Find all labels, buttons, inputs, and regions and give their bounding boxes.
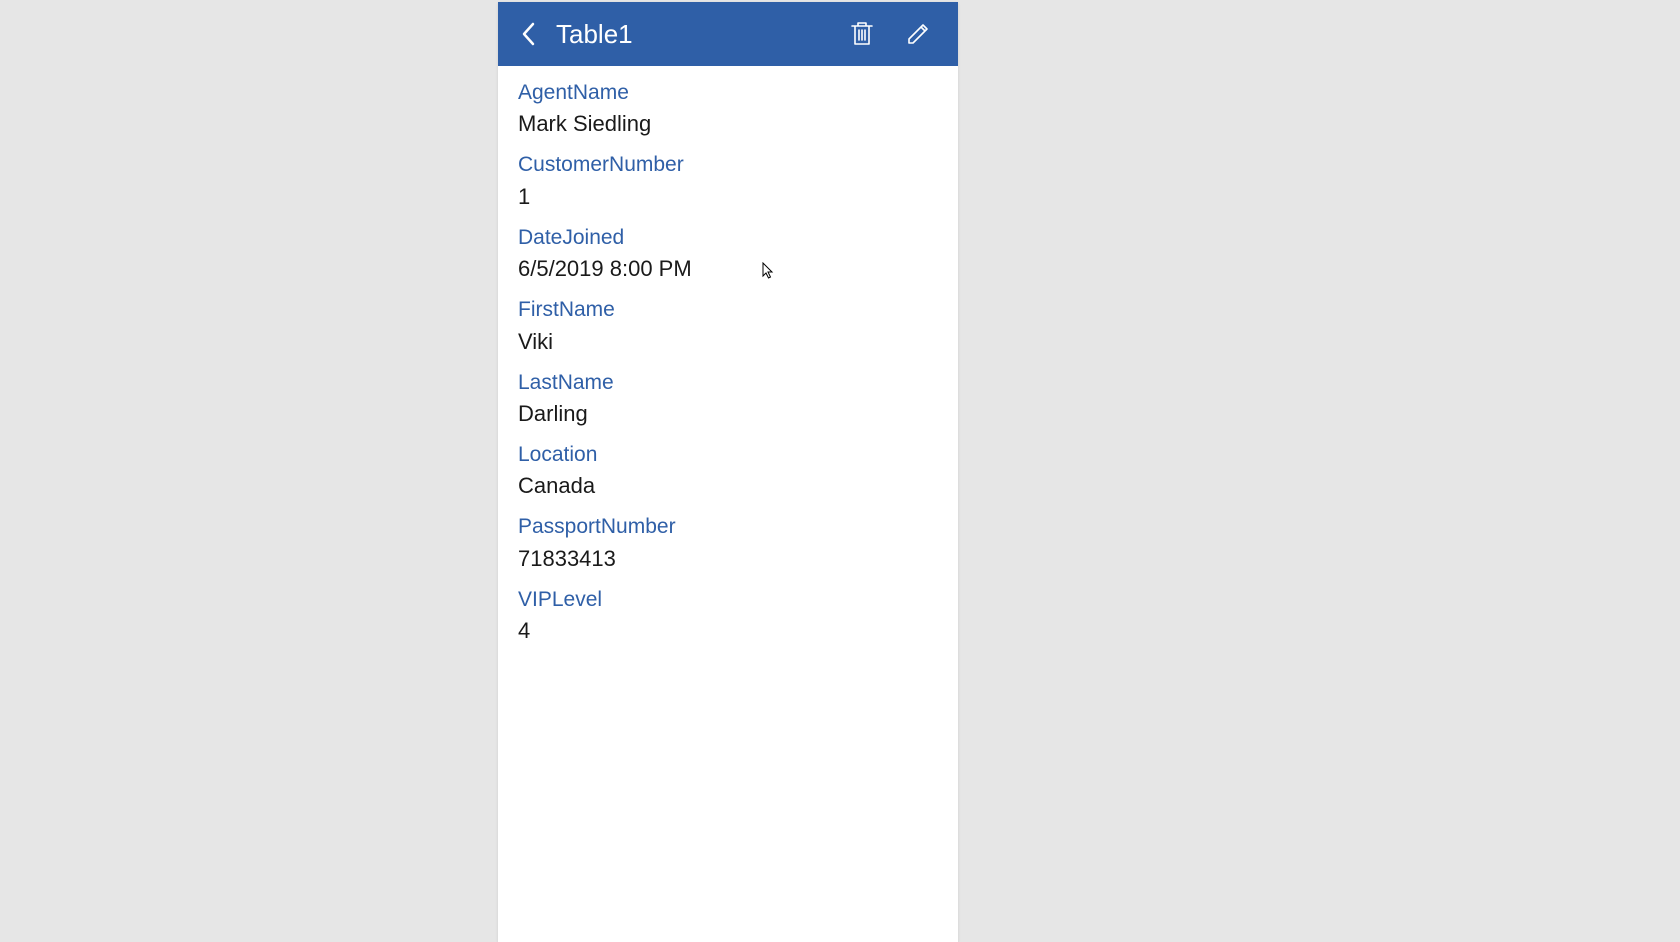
field-passportnumber: PassportNumber 71833413 bbox=[518, 512, 938, 574]
field-lastname: LastName Darling bbox=[518, 368, 938, 430]
detail-content: AgentName Mark Siedling CustomerNumber 1… bbox=[498, 66, 958, 669]
field-label: DateJoined bbox=[518, 223, 938, 252]
page-title: Table1 bbox=[556, 19, 828, 50]
trash-icon bbox=[851, 21, 873, 47]
field-label: CustomerNumber bbox=[518, 150, 938, 179]
field-value: Viki bbox=[518, 325, 938, 358]
field-viplevel: VIPLevel 4 bbox=[518, 585, 938, 647]
delete-button[interactable] bbox=[840, 12, 884, 56]
field-value: Canada bbox=[518, 469, 938, 502]
pencil-icon bbox=[906, 22, 930, 46]
field-datejoined: DateJoined 6/5/2019 8:00 PM bbox=[518, 223, 938, 285]
field-label: FirstName bbox=[518, 295, 938, 324]
app-container: Table1 AgentName Mark Siedling CustomerN… bbox=[498, 2, 958, 942]
back-button[interactable] bbox=[508, 14, 548, 54]
field-value: Darling bbox=[518, 397, 938, 430]
field-label: VIPLevel bbox=[518, 585, 938, 614]
field-label: AgentName bbox=[518, 78, 938, 107]
field-customernumber: CustomerNumber 1 bbox=[518, 150, 938, 212]
header-bar: Table1 bbox=[498, 2, 958, 66]
field-value: 4 bbox=[518, 614, 938, 647]
chevron-left-icon bbox=[521, 22, 535, 46]
field-value: Mark Siedling bbox=[518, 107, 938, 140]
field-label: PassportNumber bbox=[518, 512, 938, 541]
field-label: Location bbox=[518, 440, 938, 469]
field-value: 1 bbox=[518, 180, 938, 213]
field-location: Location Canada bbox=[518, 440, 938, 502]
edit-button[interactable] bbox=[896, 12, 940, 56]
field-firstname: FirstName Viki bbox=[518, 295, 938, 357]
field-value: 71833413 bbox=[518, 542, 938, 575]
field-value: 6/5/2019 8:00 PM bbox=[518, 252, 938, 285]
field-agentname: AgentName Mark Siedling bbox=[518, 78, 938, 140]
field-label: LastName bbox=[518, 368, 938, 397]
